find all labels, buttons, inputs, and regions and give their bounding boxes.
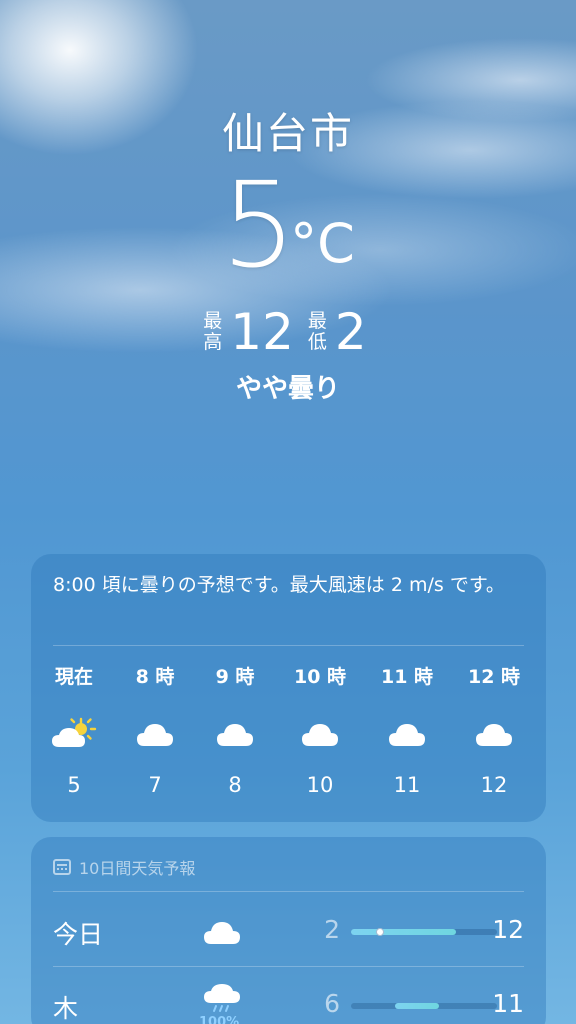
day-low: 2 xyxy=(324,915,340,944)
day-name: 今日 xyxy=(53,920,104,949)
day-name: 木 xyxy=(53,994,79,1023)
current-temperature: 5°C xyxy=(0,160,576,290)
condition-text: やや曇り xyxy=(235,374,340,404)
temp-range-bar xyxy=(351,1003,497,1009)
low-label: 最 低 xyxy=(307,310,327,353)
partly-sunny-icon xyxy=(39,717,109,751)
cloud-icon xyxy=(459,717,529,751)
temp-range-fill xyxy=(351,929,457,935)
ten-day-header: 10日間天気予報 xyxy=(53,855,195,879)
hour-item: 11 時 11 xyxy=(372,662,442,797)
hour-item: 12 時 12 xyxy=(459,662,529,797)
hourly-forecast-card[interactable]: 8:00 頃に曇りの予想です。最大風速は 2 m/s です。 現在 5 8 時 … xyxy=(31,554,546,822)
temperature-value: 5 xyxy=(221,156,296,294)
cloud-icon xyxy=(120,717,190,751)
day-high: 11 xyxy=(492,989,524,1018)
cloud-icon xyxy=(203,911,243,961)
hour-item: 10 時 10 xyxy=(285,662,355,797)
cloud-icon xyxy=(200,717,270,751)
day-row-thursday[interactable]: 木 100% 6 11 xyxy=(53,967,524,1024)
precipitation-chance: 100% xyxy=(199,1015,240,1024)
high-label: 最 高 xyxy=(203,310,223,353)
cloud-icon xyxy=(285,717,355,751)
day-high: 12 xyxy=(492,915,524,944)
temp-range-fill xyxy=(394,1003,439,1009)
temperature-unit: °C xyxy=(290,212,355,275)
day-row-today[interactable]: 今日 2 12 xyxy=(53,893,524,967)
high-temp: 12 xyxy=(230,303,294,361)
hour-item: 現在 5 xyxy=(39,662,109,797)
ten-day-forecast-card[interactable]: 10日間天気予報 今日 2 12 木 100% 6 11 xyxy=(31,837,546,1024)
hour-item: 9 時 8 xyxy=(200,662,270,797)
divider xyxy=(53,645,524,646)
ten-day-title: 10日間天気予報 xyxy=(79,859,196,878)
day-low: 6 xyxy=(324,989,340,1018)
city-name: 仙台市 xyxy=(221,109,354,158)
divider xyxy=(53,891,524,892)
low-temp: 2 xyxy=(334,303,367,361)
temp-range-bar xyxy=(351,928,497,936)
calendar-icon xyxy=(53,859,71,875)
cloud-icon xyxy=(372,717,442,751)
hour-item: 8 時 7 xyxy=(120,662,190,797)
high-low: 最 高 12 最 低 2 xyxy=(0,305,576,359)
hourly-summary: 8:00 頃に曇りの予想です。最大風速は 2 m/s です。 xyxy=(53,574,505,596)
